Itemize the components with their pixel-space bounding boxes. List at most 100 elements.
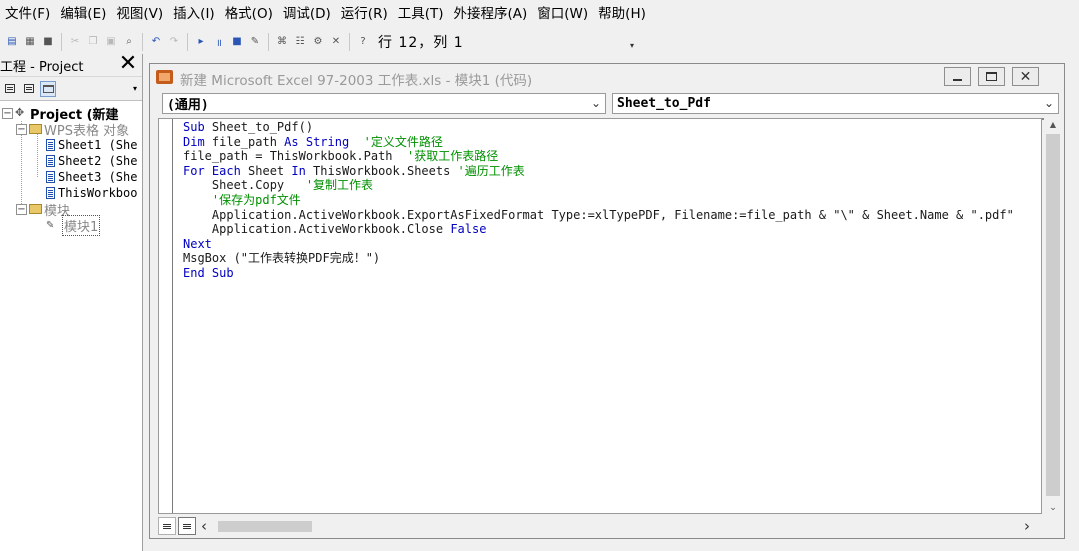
vertical-scrollbar[interactable]: ▲ ⌄ xyxy=(1044,118,1062,514)
object-dropdown[interactable]: (通用) ⌄ xyxy=(162,93,606,114)
break-icon[interactable]: ॥ xyxy=(212,35,226,49)
copy-icon[interactable]: ❐ xyxy=(86,35,100,49)
redo-icon[interactable]: ↷ xyxy=(167,35,181,49)
menu-view[interactable]: 视图(V) xyxy=(111,3,168,25)
menu-file[interactable]: 文件(F) xyxy=(0,3,55,25)
code-keyword: End Sub xyxy=(183,265,234,280)
code-text: Application.ActiveWorkbook.Close xyxy=(183,222,451,237)
code-line[interactable]: Application.ActiveWorkbook.Close False xyxy=(183,222,1014,237)
code-line[interactable]: Sub Sheet_to_Pdf() xyxy=(183,120,1014,135)
view-object-icon xyxy=(24,84,34,93)
tree-item-sheet3[interactable]: Sheet3 (She xyxy=(46,169,137,185)
project-explorer-icon[interactable]: ⌘ xyxy=(275,35,289,49)
code-line[interactable]: Next xyxy=(183,237,1014,252)
save-icon[interactable]: ■ xyxy=(41,35,55,49)
code-keyword: For Each xyxy=(183,163,241,178)
tree-item-sheet1[interactable]: Sheet1 (She xyxy=(46,137,137,153)
run-icon[interactable]: ▸ xyxy=(194,35,208,49)
menu-window[interactable]: 窗口(W) xyxy=(532,3,593,25)
reset-icon[interactable]: ■ xyxy=(230,35,244,49)
toolbar-separator xyxy=(61,32,62,51)
close-button[interactable]: ✕ xyxy=(1012,67,1039,86)
code-line[interactable]: '保存为pdf文件 xyxy=(183,193,1014,208)
code-line[interactable]: MsgBox ("工作表转换PDF完成！") xyxy=(183,251,1014,266)
tree-item-sheet2[interactable]: Sheet2 (She xyxy=(46,153,137,169)
toggle-folders-button[interactable] xyxy=(40,80,56,97)
scroll-down-icon[interactable]: ⌄ xyxy=(1044,502,1062,514)
menu-run[interactable]: 运行(R) xyxy=(336,3,393,25)
sheet-icon xyxy=(46,139,55,151)
scroll-right-icon[interactable]: › xyxy=(1024,517,1036,535)
code-line[interactable]: file_path = ThisWorkbook.Path '获取工作表路径 xyxy=(183,149,1014,164)
code-keyword: False xyxy=(450,222,487,237)
menu-format[interactable]: 格式(O) xyxy=(220,3,278,25)
menu-insert[interactable]: 插入(I) xyxy=(168,3,220,25)
menu-help[interactable]: 帮助(H) xyxy=(593,3,651,25)
cut-icon[interactable]: ✂ xyxy=(68,35,82,49)
help-icon[interactable]: ? xyxy=(356,35,370,49)
toolbox-icon[interactable]: ✕ xyxy=(329,35,343,49)
view-object-button[interactable] xyxy=(21,81,37,97)
code-keyword: Next xyxy=(183,236,212,251)
code-line[interactable]: End Sub xyxy=(183,266,1014,281)
tree-item-module1[interactable]: ✎ 模块1 xyxy=(46,214,101,236)
code-window-titlebar[interactable]: 新建 Microsoft Excel 97-2003 工作表.xls - 模块1… xyxy=(150,64,1064,90)
collapse-icon[interactable]: − xyxy=(16,123,27,135)
find-icon[interactable]: ⌕ xyxy=(122,35,136,49)
procedure-dropdown[interactable]: Sheet_to_Pdf ⌄ xyxy=(612,93,1059,114)
sheet-icon xyxy=(46,171,55,183)
procedure-view-button[interactable] xyxy=(158,517,176,535)
full-module-view-button[interactable] xyxy=(178,517,196,535)
chevron-down-icon[interactable]: ▾ xyxy=(133,84,137,93)
close-icon[interactable]: ✕ xyxy=(117,53,139,75)
maximize-icon xyxy=(986,72,997,81)
toolbar-overflow-icon[interactable]: ▾ xyxy=(630,41,634,50)
code-lines: Sub Sheet_to_Pdf() Dim file_path As Strin… xyxy=(183,120,1014,281)
scroll-thumb[interactable] xyxy=(1046,134,1060,496)
tree-item-objects-folder[interactable]: − WPS表格 对象 xyxy=(16,121,130,139)
view-excel-icon[interactable]: ▤ xyxy=(5,35,19,49)
undo-icon[interactable]: ↶ xyxy=(149,35,163,49)
code-text: ThisWorkbook.Sheets xyxy=(305,163,458,178)
code-comment: '获取工作表路径 xyxy=(406,149,499,164)
properties-icon[interactable]: ☷ xyxy=(293,35,307,49)
collapse-icon[interactable]: − xyxy=(2,107,13,119)
minimize-button[interactable] xyxy=(944,67,971,86)
menu-addins[interactable]: 外接程序(A) xyxy=(449,3,533,25)
code-line[interactable]: Sheet.Copy '复制工作表 xyxy=(183,178,1014,193)
chevron-down-icon[interactable]: ⌄ xyxy=(1044,96,1054,110)
view-code-button[interactable] xyxy=(2,81,18,97)
code-line[interactable]: For Each Sheet In ThisWorkbook.Sheets '遍… xyxy=(183,164,1014,179)
sheet-icon xyxy=(46,155,55,167)
code-keyword: In xyxy=(291,163,306,178)
toolbar-separator xyxy=(142,32,143,51)
menu-tools[interactable]: 工具(T) xyxy=(393,3,449,25)
scroll-up-icon[interactable]: ▲ xyxy=(1044,120,1062,129)
tree-item-label: Sheet1 (She xyxy=(58,138,138,152)
code-comment: '复制工作表 xyxy=(305,178,374,193)
code-line[interactable]: Dim file_path As String '定义文件路径 xyxy=(183,135,1014,150)
object-dropdown-value: (通用) xyxy=(167,98,209,113)
code-editor[interactable]: Sub Sheet_to_Pdf() Dim file_path As Strin… xyxy=(158,118,1042,514)
folder-icon xyxy=(29,124,42,134)
collapse-icon[interactable]: − xyxy=(16,203,27,215)
object-browser-icon[interactable]: ⚙ xyxy=(311,35,325,49)
paste-icon[interactable]: ▣ xyxy=(104,35,118,49)
code-text: file_path xyxy=(204,134,285,149)
code-text: Sheet.Copy xyxy=(183,178,306,193)
tree-item-label: WPS表格 对象 xyxy=(44,123,130,139)
breakpoint-margin[interactable] xyxy=(159,119,173,513)
workbook-icon xyxy=(46,187,55,199)
menu-debug[interactable]: 调试(D) xyxy=(278,3,336,25)
scroll-left-icon[interactable]: ‹ xyxy=(201,517,213,535)
chevron-down-icon[interactable]: ⌄ xyxy=(591,96,601,110)
project-explorer-titlebar: 工程 - Project ✕ xyxy=(0,53,142,76)
code-comment: '保存为pdf文件 xyxy=(183,192,301,207)
insert-module-icon[interactable]: ▦ xyxy=(23,35,37,49)
design-mode-icon[interactable]: ✎ xyxy=(248,35,262,49)
horizontal-scroll-thumb[interactable] xyxy=(218,521,312,532)
maximize-button[interactable] xyxy=(978,67,1005,86)
menu-edit[interactable]: 编辑(E) xyxy=(55,3,111,25)
code-line[interactable]: Application.ActiveWorkbook.ExportAsFixed… xyxy=(183,208,1014,223)
view-code-icon xyxy=(5,84,15,93)
